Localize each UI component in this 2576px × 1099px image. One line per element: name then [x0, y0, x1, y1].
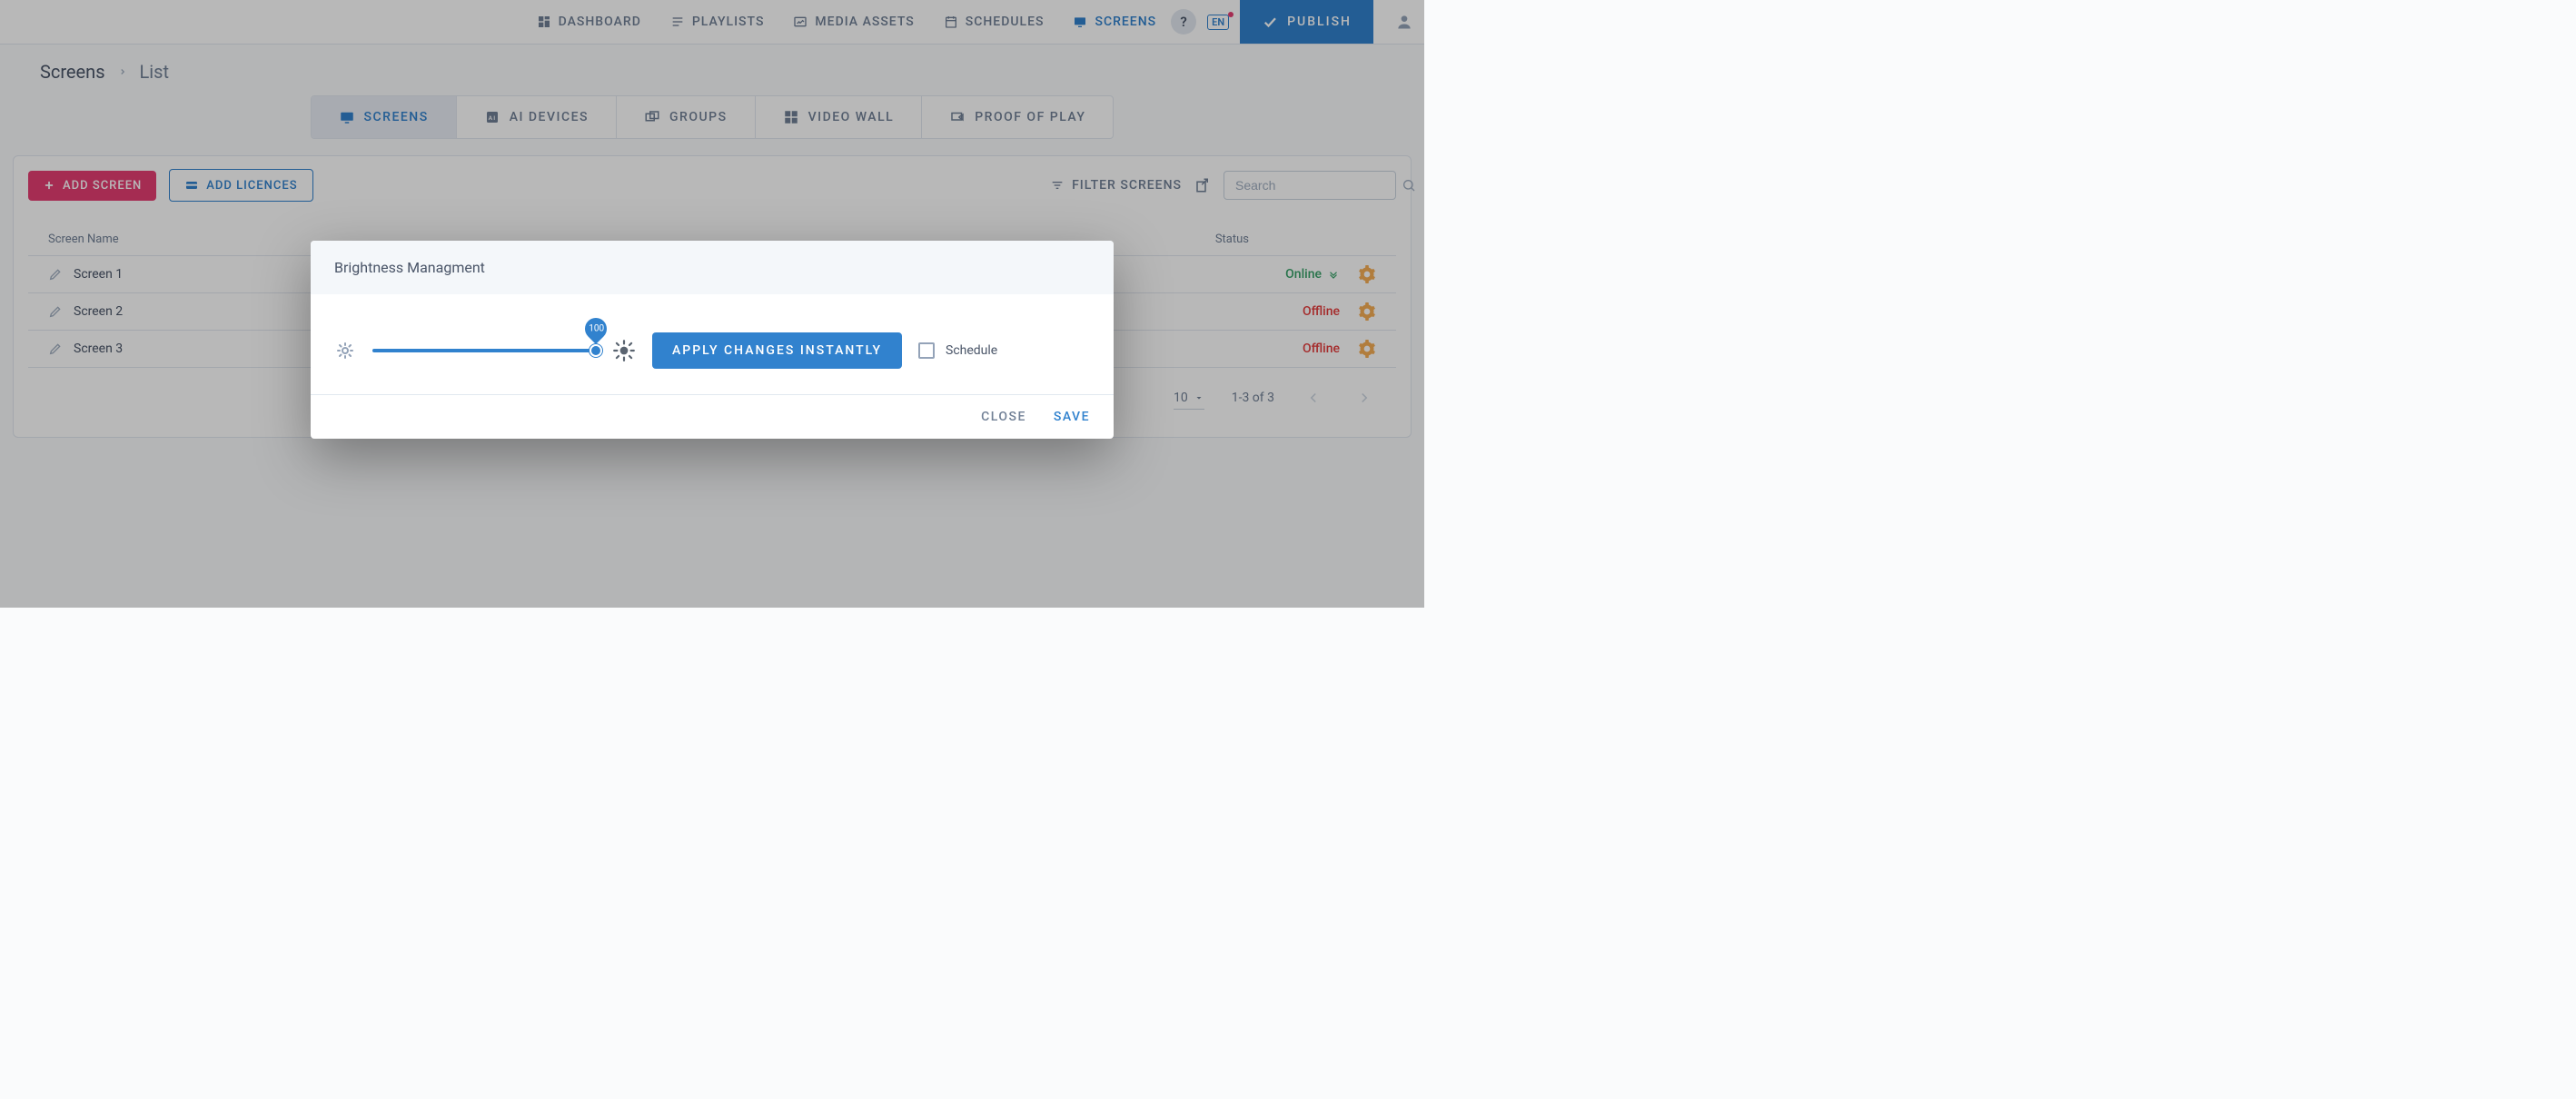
modal-body: 100 APPLY CHANGES INSTANTLY Schedule: [311, 294, 1114, 394]
brightness-slider[interactable]: 100: [372, 340, 596, 361]
brightness-low-icon: [334, 340, 356, 361]
schedule-group: Schedule: [918, 342, 997, 359]
apply-label: APPLY CHANGES INSTANTLY: [672, 343, 882, 358]
modal-title: Brightness Managment: [311, 241, 1114, 294]
modal-footer: CLOSE SAVE: [311, 394, 1114, 439]
schedule-label: Schedule: [946, 343, 997, 358]
modal-overlay[interactable]: Brightness Managment 100 APPLY CHANGES I…: [0, 0, 1424, 608]
brightness-high-icon: [612, 339, 636, 362]
close-button[interactable]: CLOSE: [981, 410, 1026, 424]
brightness-modal: Brightness Managment 100 APPLY CHANGES I…: [311, 241, 1114, 439]
apply-changes-button[interactable]: APPLY CHANGES INSTANTLY: [652, 332, 902, 369]
slider-thumb[interactable]: [590, 344, 602, 357]
schedule-checkbox[interactable]: [918, 342, 935, 359]
save-button[interactable]: SAVE: [1054, 410, 1090, 424]
slider-value-balloon: 100: [580, 313, 611, 344]
